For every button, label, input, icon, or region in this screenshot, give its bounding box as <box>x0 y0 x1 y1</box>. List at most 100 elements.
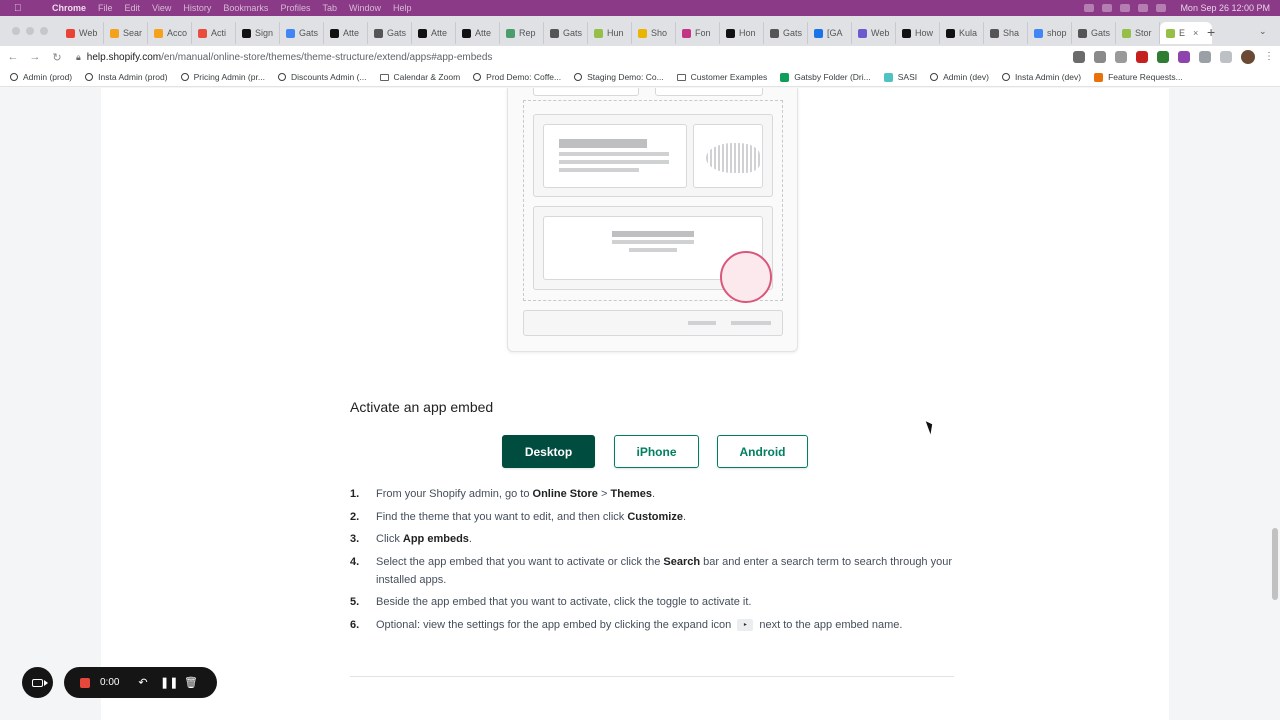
restart-icon[interactable]: ↶ <box>136 676 150 689</box>
status-icon[interactable] <box>1102 4 1113 12</box>
menu-item-file[interactable]: File <box>98 3 113 13</box>
step-number: 5. <box>350 596 360 608</box>
browser-tab[interactable]: Atte <box>324 22 368 44</box>
bookmark-item[interactable]: Gatsby Folder (Dri... <box>780 72 871 82</box>
bookmark-item[interactable]: Staging Demo: Co... <box>574 72 664 82</box>
tab-label: Fon <box>695 28 711 38</box>
menu-clock[interactable]: Mon Sep 26 12:00 PM <box>1180 3 1270 13</box>
browser-tab[interactable]: Sear <box>104 22 148 44</box>
more-menu-icon[interactable]: ⋮ <box>1264 51 1274 63</box>
bookmark-favicon-icon <box>85 73 94 81</box>
browser-tab[interactable]: Web <box>60 22 104 44</box>
new-tab-button[interactable]: + <box>1207 24 1215 40</box>
pause-icon[interactable]: ❚❚ <box>160 676 178 689</box>
bookmark-item[interactable]: SASI <box>883 72 917 82</box>
tab-label: E <box>1179 28 1186 38</box>
bookmark-item[interactable]: Insta Admin (prod) <box>85 72 168 82</box>
tab-desktop[interactable]: Desktop <box>502 435 595 468</box>
browser-tab-active[interactable]: E × <box>1160 22 1212 44</box>
star-icon[interactable] <box>1115 51 1127 63</box>
browser-tab[interactable]: Acti <box>192 22 236 44</box>
tab-android[interactable]: Android <box>717 435 808 468</box>
extension-icon[interactable] <box>1178 51 1190 63</box>
menu-item-view[interactable]: View <box>152 3 171 13</box>
camera-toggle-button[interactable] <box>22 667 53 698</box>
close-tab-icon[interactable]: × <box>1193 28 1198 38</box>
browser-tab[interactable]: Sho <box>632 22 676 44</box>
browser-tab[interactable]: How <box>896 22 940 44</box>
forward-arrow-icon[interactable]: → <box>24 51 46 63</box>
minimize-window-button[interactable] <box>26 27 34 35</box>
browser-tab[interactable]: Kula <box>940 22 984 44</box>
close-window-button[interactable] <box>12 27 20 35</box>
browser-tab[interactable]: Fon <box>676 22 720 44</box>
menu-item-bookmarks[interactable]: Bookmarks <box>223 3 268 13</box>
bookmark-item[interactable]: Customer Examples <box>676 72 767 82</box>
bookmark-item[interactable]: Admin (prod) <box>10 72 72 82</box>
browser-tab[interactable]: Gats <box>368 22 412 44</box>
reload-icon[interactable]: ↻ <box>46 51 68 64</box>
bookmark-item[interactable]: Prod Demo: Coffe... <box>473 72 561 82</box>
browser-tab[interactable]: [GA <box>808 22 852 44</box>
browser-tab[interactable]: Hun <box>588 22 632 44</box>
browser-tab[interactable]: shop <box>1028 22 1072 44</box>
menu-item-history[interactable]: History <box>183 3 211 13</box>
browser-tab[interactable]: Hon <box>720 22 764 44</box>
address-bar[interactable]: help.shopify.com/en/manual/online-store/… <box>87 52 493 63</box>
browser-tab[interactable]: Atte <box>412 22 456 44</box>
extension-icon[interactable] <box>1136 51 1148 63</box>
lock-icon[interactable]: 🔒︎ <box>76 52 81 63</box>
menu-app-name[interactable]: Chrome <box>52 3 86 13</box>
status-icon[interactable] <box>1120 4 1131 12</box>
page-scrollbar[interactable] <box>1268 88 1280 720</box>
stop-recording-button[interactable] <box>80 677 90 688</box>
menu-item-window[interactable]: Window <box>349 3 381 13</box>
zoom-window-button[interactable] <box>40 27 48 35</box>
browser-tab[interactable]: Stor <box>1116 22 1160 44</box>
browser-tab[interactable]: Gats <box>544 22 588 44</box>
menu-item-edit[interactable]: Edit <box>125 3 141 13</box>
menu-item-help[interactable]: Help <box>393 3 412 13</box>
apple-menu-icon[interactable]:  <box>14 3 28 14</box>
bookmark-item[interactable]: Insta Admin (dev) <box>1001 72 1081 82</box>
sidebar-icon[interactable] <box>1220 51 1232 63</box>
menu-item-tab[interactable]: Tab <box>322 3 337 13</box>
tab-label: Gats <box>1091 28 1111 38</box>
bookmark-item[interactable]: Feature Requests... <box>1094 72 1183 82</box>
folder-icon <box>676 73 686 81</box>
trash-icon[interactable]: 🗑︎ <box>184 676 198 689</box>
profile-avatar[interactable] <box>1241 50 1255 64</box>
url-host: help.shopify.com <box>86 51 162 63</box>
browser-tab[interactable]: Atte <box>456 22 500 44</box>
browser-tab[interactable]: Gats <box>1072 22 1116 44</box>
back-arrow-icon[interactable]: ← <box>2 51 24 63</box>
scrollbar-thumb[interactable] <box>1272 528 1278 600</box>
bookmark-item[interactable]: Discounts Admin (... <box>277 72 367 82</box>
tab-iphone[interactable]: iPhone <box>614 435 699 468</box>
status-icon[interactable] <box>1084 4 1095 12</box>
browser-tab[interactable]: Sign <box>236 22 280 44</box>
tab-list: Web Sear Acco Acti Sign Gats Atte Gats Atte Atte R… <box>60 22 1212 44</box>
step-emphasis: Themes <box>610 488 653 500</box>
tab-favicon-icon <box>814 28 823 38</box>
extension-icon[interactable] <box>1157 51 1169 63</box>
tab-label: Acti <box>211 28 227 38</box>
tab-favicon-icon <box>946 28 955 38</box>
tab-favicon-icon <box>638 28 647 38</box>
browser-tab[interactable]: Rep <box>500 22 544 44</box>
browser-tab[interactable]: Web <box>852 22 896 44</box>
browser-tab[interactable]: Gats <box>280 22 324 44</box>
browser-tab[interactable]: Acco <box>148 22 192 44</box>
browser-tab[interactable]: Sha <box>984 22 1028 44</box>
search-icon[interactable] <box>1156 4 1167 12</box>
menu-item-profiles[interactable]: Profiles <box>280 3 310 13</box>
bookmark-item[interactable]: Admin (dev) <box>930 72 989 82</box>
camera-icon[interactable] <box>1073 51 1085 63</box>
share-icon[interactable] <box>1094 51 1106 63</box>
wifi-icon[interactable] <box>1138 4 1149 12</box>
puzzle-icon[interactable] <box>1199 51 1211 63</box>
bookmark-item[interactable]: Pricing Admin (pr... <box>180 72 265 82</box>
browser-tab[interactable]: Gats <box>764 22 808 44</box>
bookmark-item[interactable]: Calendar & Zoom <box>379 72 460 82</box>
tab-search-chevron-icon[interactable]: ⌄ <box>1259 26 1267 37</box>
